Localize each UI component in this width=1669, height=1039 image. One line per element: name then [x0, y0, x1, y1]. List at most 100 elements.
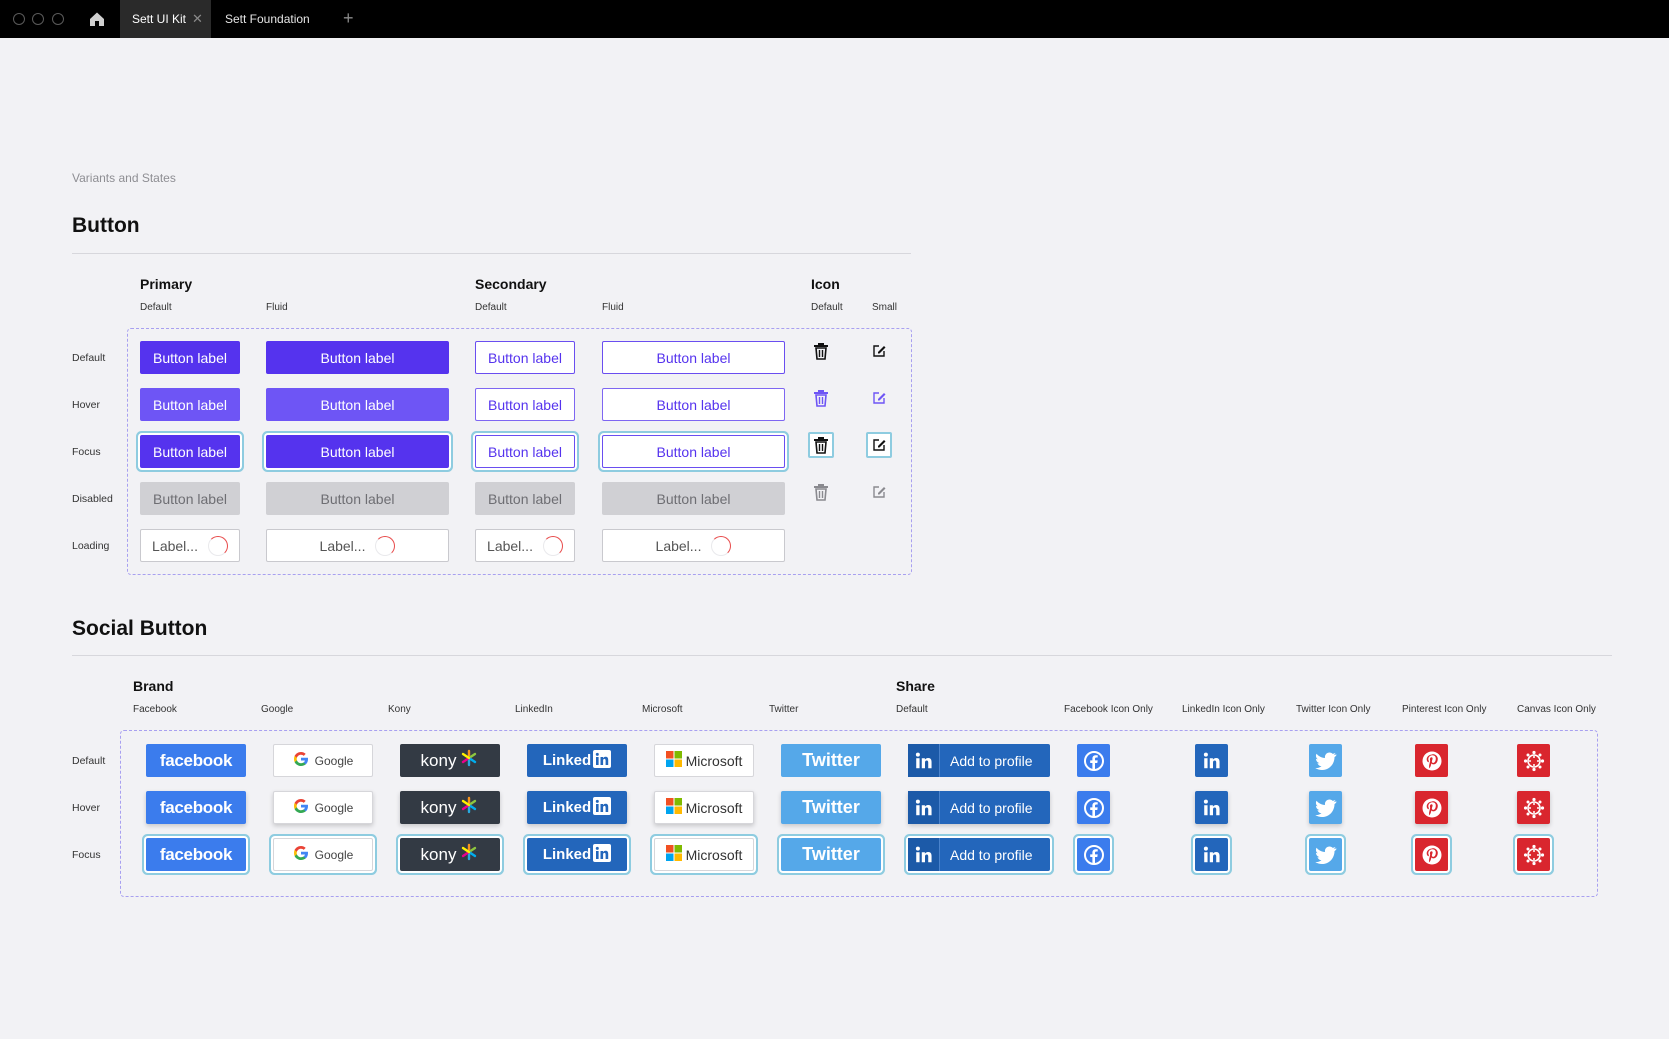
- google-button[interactable]: Google: [273, 791, 373, 824]
- kony-button[interactable]: kony: [400, 744, 500, 777]
- primary-button[interactable]: Button label: [140, 388, 240, 421]
- twitter-button[interactable]: Twitter: [781, 791, 881, 824]
- divider: [72, 253, 911, 254]
- linkedin-icon: [908, 744, 940, 777]
- secondary-button[interactable]: Button label: [475, 435, 575, 468]
- primary-button-disabled: Button label: [140, 482, 240, 515]
- edit-icon[interactable]: [868, 340, 890, 362]
- facebook-icon[interactable]: [1077, 791, 1110, 824]
- pinterest-icon[interactable]: [1415, 791, 1448, 824]
- window-tab-bar: Sett UI Kit ✕ Sett Foundation +: [0, 0, 1669, 38]
- microsoft-button[interactable]: Microsoft: [654, 838, 754, 871]
- secondary-button[interactable]: Button label: [475, 388, 575, 421]
- twitter-button[interactable]: Twitter: [781, 838, 881, 871]
- add-to-profile-button[interactable]: Add to profile: [908, 838, 1050, 871]
- facebook-button[interactable]: facebook: [146, 744, 246, 777]
- trash-icon[interactable]: [810, 387, 832, 409]
- secondary-fluid-button[interactable]: Button label: [602, 435, 785, 468]
- window-close-dot[interactable]: [13, 13, 25, 25]
- linkedin-icon: [593, 796, 612, 819]
- linkedin-icon[interactable]: [1195, 744, 1228, 777]
- secondary-button-disabled: Button label: [475, 482, 575, 515]
- button-label: Add to profile: [950, 752, 1033, 769]
- edit-icon[interactable]: [868, 387, 890, 409]
- button-label: Microsoft: [685, 846, 743, 863]
- group-title-secondary: Secondary: [475, 276, 547, 292]
- twitter-button[interactable]: Twitter: [781, 744, 881, 777]
- primary-fluid-button[interactable]: Button label: [266, 341, 449, 374]
- facebook-icon[interactable]: [1077, 744, 1110, 777]
- button-label: Twitter: [802, 750, 860, 770]
- button-label: kony: [420, 844, 457, 864]
- secondary-fluid-button[interactable]: Button label: [602, 388, 785, 421]
- home-icon[interactable]: [88, 10, 106, 28]
- linkedin-button[interactable]: Linked: [527, 744, 627, 777]
- twitter-icon[interactable]: [1309, 838, 1342, 871]
- facebook-button[interactable]: facebook: [146, 838, 246, 871]
- col-label: Google: [261, 704, 294, 715]
- add-to-profile-button[interactable]: Add to profile: [908, 744, 1050, 777]
- col-label: Default: [811, 302, 843, 313]
- row-label: Focus: [72, 849, 101, 861]
- linkedin-button[interactable]: Linked: [527, 791, 627, 824]
- linkedin-icon[interactable]: [1195, 791, 1228, 824]
- col-label: LinkedIn Icon Only: [1182, 704, 1265, 715]
- tab-label: Sett Foundation: [225, 12, 310, 26]
- pinterest-icon[interactable]: [1415, 838, 1448, 871]
- twitter-icon[interactable]: [1309, 744, 1342, 777]
- primary-fluid-button[interactable]: Button label: [266, 435, 449, 468]
- new-tab-plus-icon[interactable]: +: [343, 8, 354, 28]
- kony-logo-icon: [459, 843, 479, 866]
- col-label: Twitter: [769, 704, 799, 715]
- google-button[interactable]: Google: [273, 744, 373, 777]
- linkedin-icon: [593, 749, 612, 772]
- pinterest-icon[interactable]: [1415, 744, 1448, 777]
- canvas-icon[interactable]: [1517, 838, 1550, 871]
- edit-icon[interactable]: [866, 432, 892, 458]
- button-label: kony: [420, 750, 457, 770]
- trash-icon[interactable]: [808, 432, 834, 458]
- primary-fluid-button[interactable]: Button label: [266, 388, 449, 421]
- secondary-fluid-button-loading: Label...: [602, 529, 785, 562]
- row-label: Default: [72, 755, 106, 767]
- row-label: Hover: [72, 399, 101, 411]
- button-label: Google: [314, 753, 354, 768]
- google-button[interactable]: Google: [273, 838, 373, 871]
- secondary-fluid-button[interactable]: Button label: [602, 341, 785, 374]
- linkedin-button[interactable]: Linked: [527, 838, 627, 871]
- add-to-profile-button[interactable]: Add to profile: [908, 791, 1050, 824]
- col-label: Facebook Icon Only: [1064, 704, 1153, 715]
- tab-sett-foundation[interactable]: Sett Foundation: [225, 0, 310, 38]
- primary-button[interactable]: Button label: [140, 341, 240, 374]
- facebook-icon[interactable]: [1077, 838, 1110, 871]
- canvas-icon[interactable]: [1517, 791, 1550, 824]
- linkedin-icon: [908, 791, 940, 824]
- google-icon: [293, 845, 309, 864]
- row-label: Hover: [72, 802, 101, 814]
- button-label: facebook: [159, 797, 233, 817]
- kony-button[interactable]: kony: [400, 838, 500, 871]
- loading-label: Label...: [152, 537, 198, 554]
- microsoft-button[interactable]: Microsoft: [654, 744, 754, 777]
- loading-label: Label...: [487, 537, 533, 554]
- col-label: Fluid: [602, 302, 624, 313]
- trash-icon[interactable]: [810, 340, 832, 362]
- tab-label: Sett UI Kit: [132, 12, 187, 26]
- microsoft-logo-icon: [665, 751, 682, 770]
- primary-button-loading: Label...: [140, 529, 240, 562]
- tab-sett-ui-kit[interactable]: Sett UI Kit ✕: [120, 0, 211, 38]
- close-icon[interactable]: ✕: [192, 0, 203, 38]
- primary-button[interactable]: Button label: [140, 435, 240, 468]
- kony-button[interactable]: kony: [400, 791, 500, 824]
- window-maximize-dot[interactable]: [52, 13, 64, 25]
- linkedin-icon: [908, 838, 940, 871]
- facebook-button[interactable]: facebook: [146, 791, 246, 824]
- canvas-icon[interactable]: [1517, 744, 1550, 777]
- window-minimize-dot[interactable]: [32, 13, 44, 25]
- microsoft-button[interactable]: Microsoft: [654, 791, 754, 824]
- spinner-icon: [711, 535, 732, 556]
- linkedin-icon[interactable]: [1195, 838, 1228, 871]
- secondary-button[interactable]: Button label: [475, 341, 575, 374]
- microsoft-logo-icon: [665, 845, 682, 864]
- twitter-icon[interactable]: [1309, 791, 1342, 824]
